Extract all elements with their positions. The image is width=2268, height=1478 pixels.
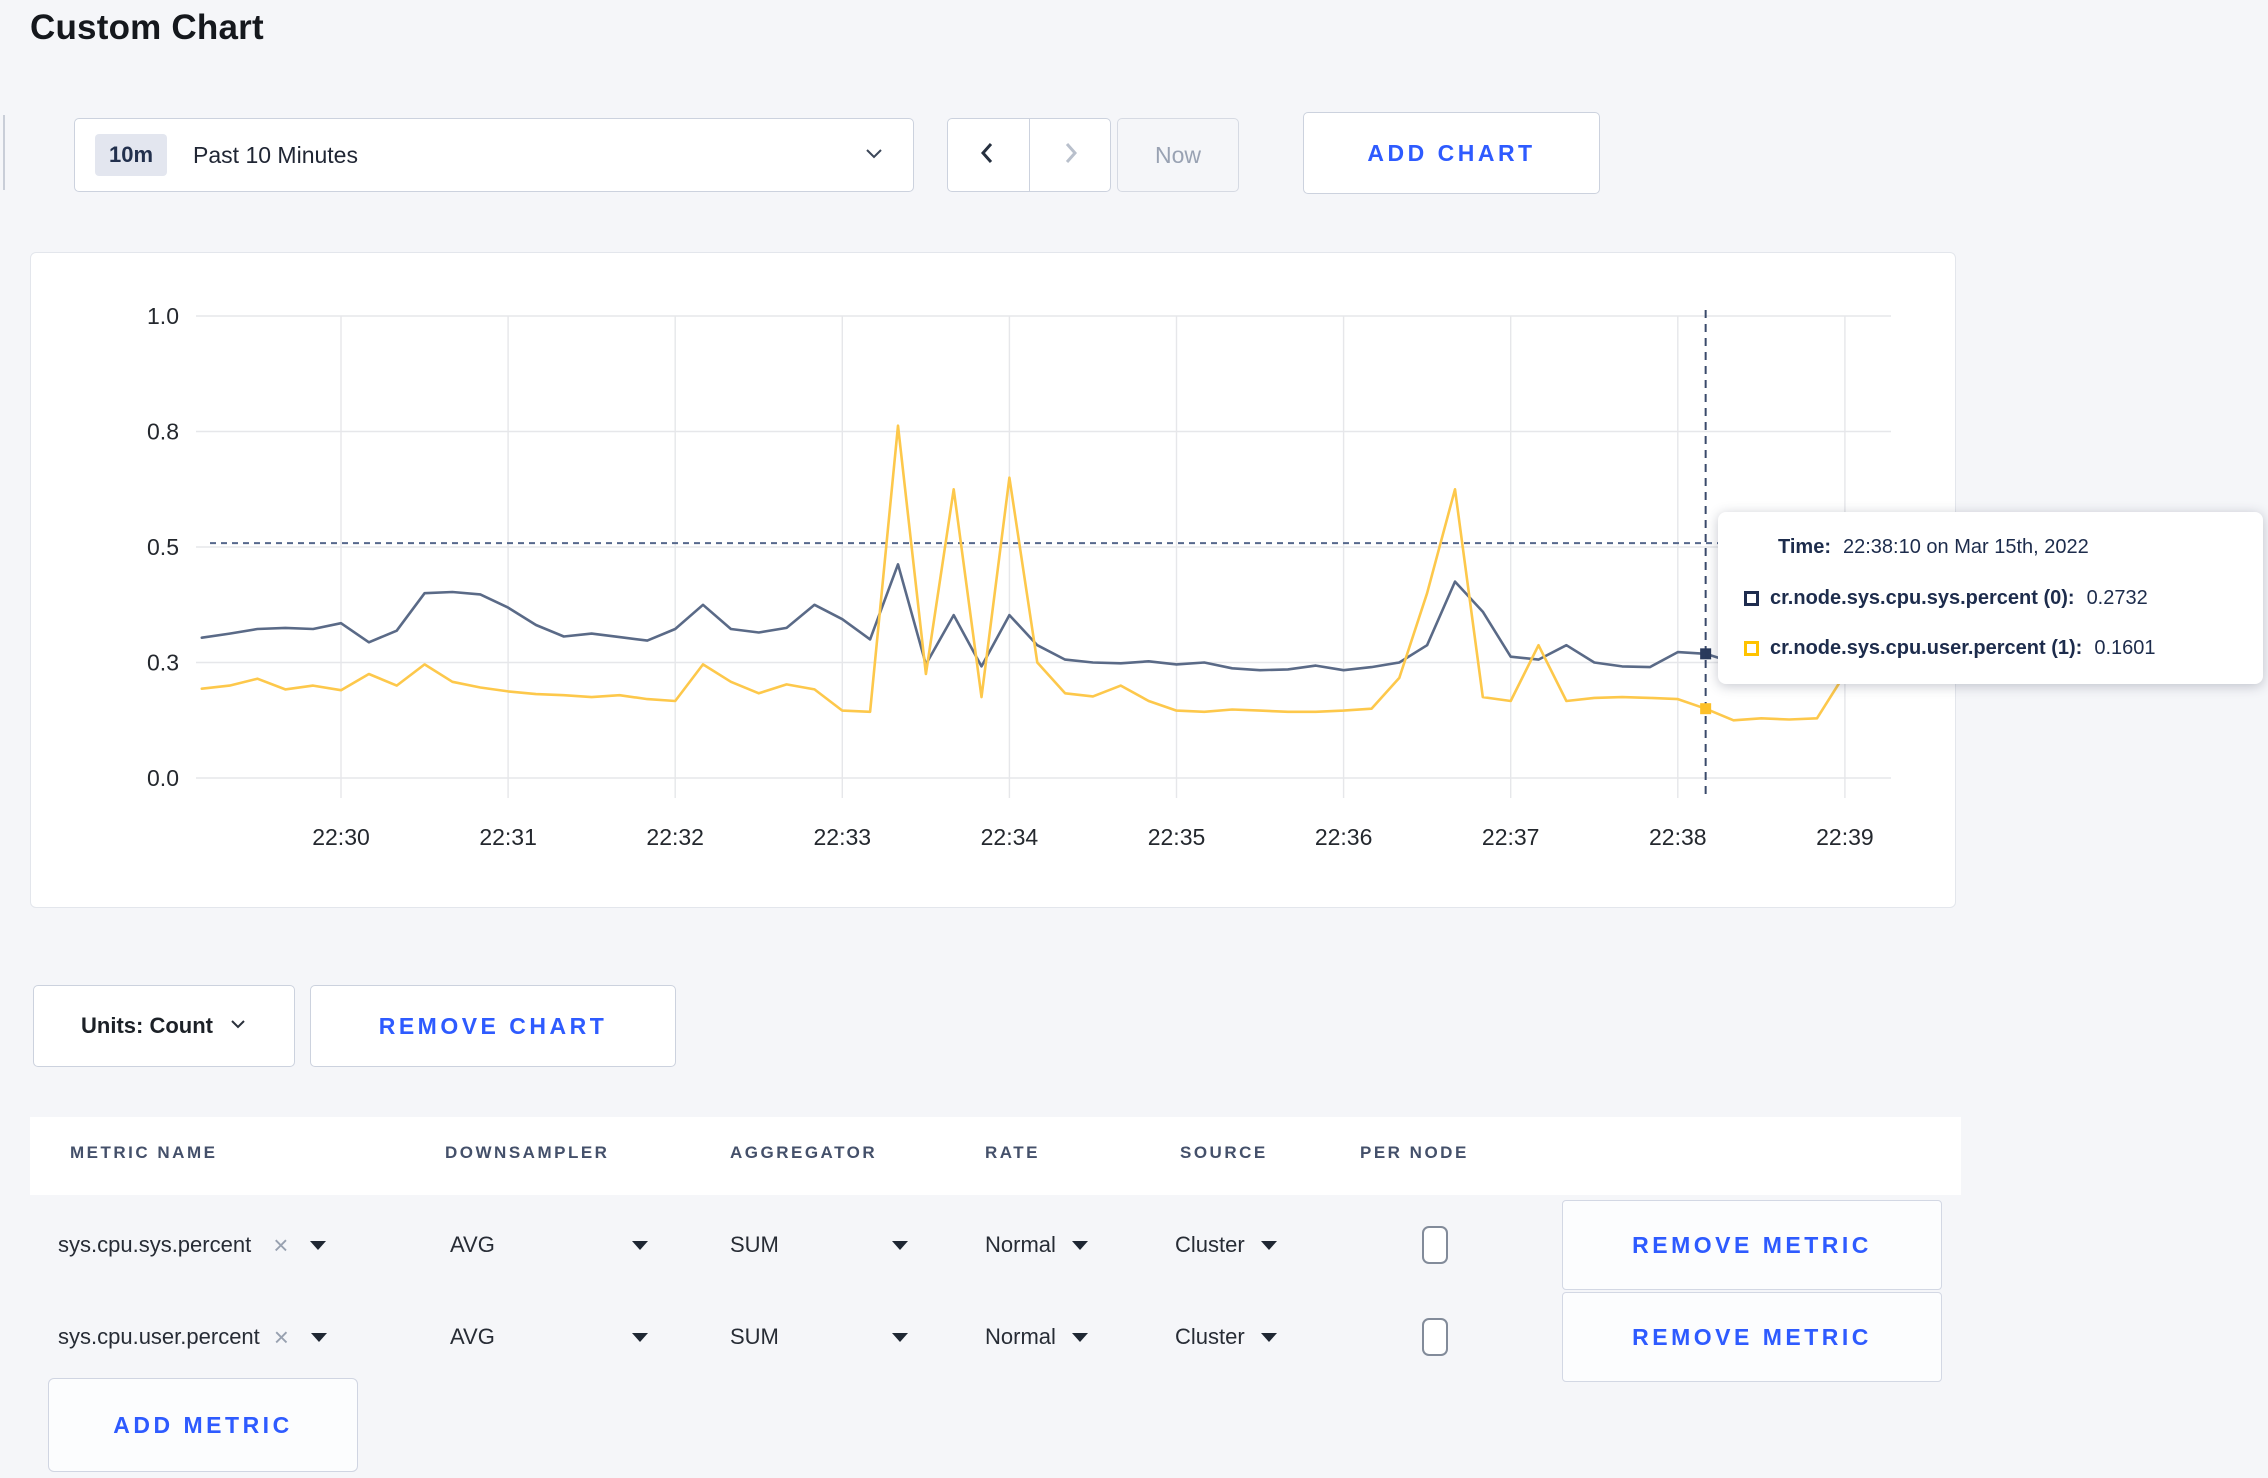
tooltip-series-value: 0.2732 [2086, 586, 2148, 609]
metrics-table-header: METRIC NAME DOWNSAMPLER AGGREGATOR RATE … [30, 1117, 1961, 1195]
dropdown-arrow-icon [1260, 1332, 1277, 1342]
time-range-badge: 10m [95, 134, 168, 176]
tooltip-time-value: 22:38:10 on Mar 15th, 2022 [1842, 536, 2089, 558]
time-back-button[interactable] [948, 119, 1029, 191]
tooltip-series-label: cr.node.sys.cpu.sys.percent (0): [1770, 586, 2075, 609]
metric-row: sys.cpu.sys.percent × AVG SUM Normal Clu… [30, 1200, 1961, 1290]
col-rate: RATE [985, 1143, 1041, 1162]
x-tick-label: 22:38 [1649, 824, 1707, 850]
x-tick-label: 22:36 [1315, 824, 1373, 850]
col-per-node: PER NODE [1360, 1143, 1469, 1162]
tooltip-time-label: Time: [1778, 536, 1831, 558]
dropdown-arrow-icon [1260, 1240, 1277, 1250]
x-tick-label: 22:39 [1816, 824, 1874, 850]
time-range-label: Past 10 Minutes [193, 141, 358, 168]
col-aggregator: AGGREGATOR [730, 1143, 878, 1162]
y-tick-label: 0.0 [147, 765, 179, 791]
x-tick-label: 22:34 [981, 824, 1039, 850]
clear-metric-icon[interactable]: × [273, 1232, 288, 1258]
col-source: SOURCE [1180, 1143, 1268, 1162]
custom-chart[interactable]: 0.0 0.3 0.5 0.8 1.0 22:30 22:31 22:32 22:33 22:34… [31, 253, 1957, 909]
dropdown-arrow-icon [310, 1332, 327, 1342]
remove-metric-button[interactable]: REMOVE METRIC [1562, 1292, 1942, 1382]
series-swatch-sys-icon [1744, 590, 1759, 606]
metric-name-select[interactable]: sys.cpu.user.percent × [58, 1292, 327, 1382]
source-select[interactable]: Cluster [1175, 1200, 1277, 1290]
chevron-down-icon [229, 1013, 247, 1039]
dropdown-arrow-icon[interactable] [892, 1200, 908, 1290]
rate-select[interactable]: Normal [985, 1292, 1088, 1382]
chart-card: 0.0 0.3 0.5 0.8 1.0 22:30 22:31 22:32 22:33 22:34… [30, 252, 1956, 908]
downsampler-select[interactable]: AVG [450, 1292, 495, 1382]
tooltip-series-label: cr.node.sys.cpu.user.percent (1): [1770, 637, 2083, 659]
x-tick-label: 22:37 [1482, 824, 1540, 850]
chart-hover-tooltip: Time: 22:38:10 on Mar 15th, 2022 cr.node… [1718, 512, 2263, 684]
per-node-checkbox[interactable] [1422, 1200, 1448, 1290]
series-line [200, 424, 1874, 722]
y-tick-label: 1.0 [147, 303, 179, 329]
left-edge-divider [3, 115, 5, 190]
dropdown-arrow-icon [310, 1240, 327, 1250]
units-dropdown[interactable]: Units: Count [33, 985, 295, 1067]
metric-name-select[interactable]: sys.cpu.sys.percent × [58, 1200, 327, 1290]
x-tick-label: 22:30 [312, 824, 370, 850]
downsampler-select[interactable]: AVG [450, 1200, 495, 1290]
dropdown-arrow-icon [1071, 1240, 1088, 1250]
time-shift-buttons [947, 118, 1111, 192]
remove-metric-button[interactable]: REMOVE METRIC [1562, 1200, 1942, 1290]
x-tick-label: 22:32 [646, 824, 704, 850]
col-metric-name: METRIC NAME [70, 1143, 218, 1162]
chevron-left-icon [976, 140, 1000, 171]
metric-row: sys.cpu.user.percent × AVG SUM Normal Cl… [30, 1292, 1961, 1382]
add-metric-button[interactable]: ADD METRIC [48, 1378, 358, 1472]
hover-point [1700, 703, 1712, 715]
per-node-checkbox[interactable] [1422, 1292, 1448, 1382]
y-tick-label: 0.5 [147, 534, 179, 560]
hover-point [1700, 648, 1712, 660]
dropdown-arrow-icon[interactable] [632, 1292, 648, 1382]
col-downsampler: DOWNSAMPLER [445, 1143, 610, 1162]
chevron-down-icon [863, 142, 885, 169]
units-label: Units: Count [81, 1013, 213, 1038]
remove-chart-button[interactable]: REMOVE CHART [310, 985, 676, 1067]
time-range-dropdown[interactable]: 10m Past 10 Minutes [74, 118, 914, 192]
series-swatch-user-icon [1744, 641, 1759, 656]
x-tick-label: 22:35 [1148, 824, 1206, 850]
x-tick-label: 22:33 [814, 824, 872, 850]
tooltip-series-value: 0.1601 [2094, 637, 2156, 659]
clear-metric-icon[interactable]: × [274, 1324, 289, 1350]
y-tick-label: 0.8 [147, 419, 179, 445]
add-chart-button[interactable]: ADD CHART [1303, 112, 1600, 194]
dropdown-arrow-icon [1071, 1332, 1088, 1342]
rate-select[interactable]: Normal [985, 1200, 1088, 1290]
aggregator-select[interactable]: SUM [730, 1292, 779, 1382]
source-select[interactable]: Cluster [1175, 1292, 1277, 1382]
y-tick-label: 0.3 [147, 650, 179, 676]
now-button[interactable]: Now [1117, 118, 1239, 192]
page-title: Custom Chart [30, 8, 264, 47]
chevron-right-icon [1058, 140, 1082, 171]
dropdown-arrow-icon[interactable] [892, 1292, 908, 1382]
aggregator-select[interactable]: SUM [730, 1200, 779, 1290]
x-tick-label: 22:31 [479, 824, 537, 850]
time-forward-button[interactable] [1028, 119, 1111, 191]
dropdown-arrow-icon[interactable] [632, 1200, 648, 1290]
